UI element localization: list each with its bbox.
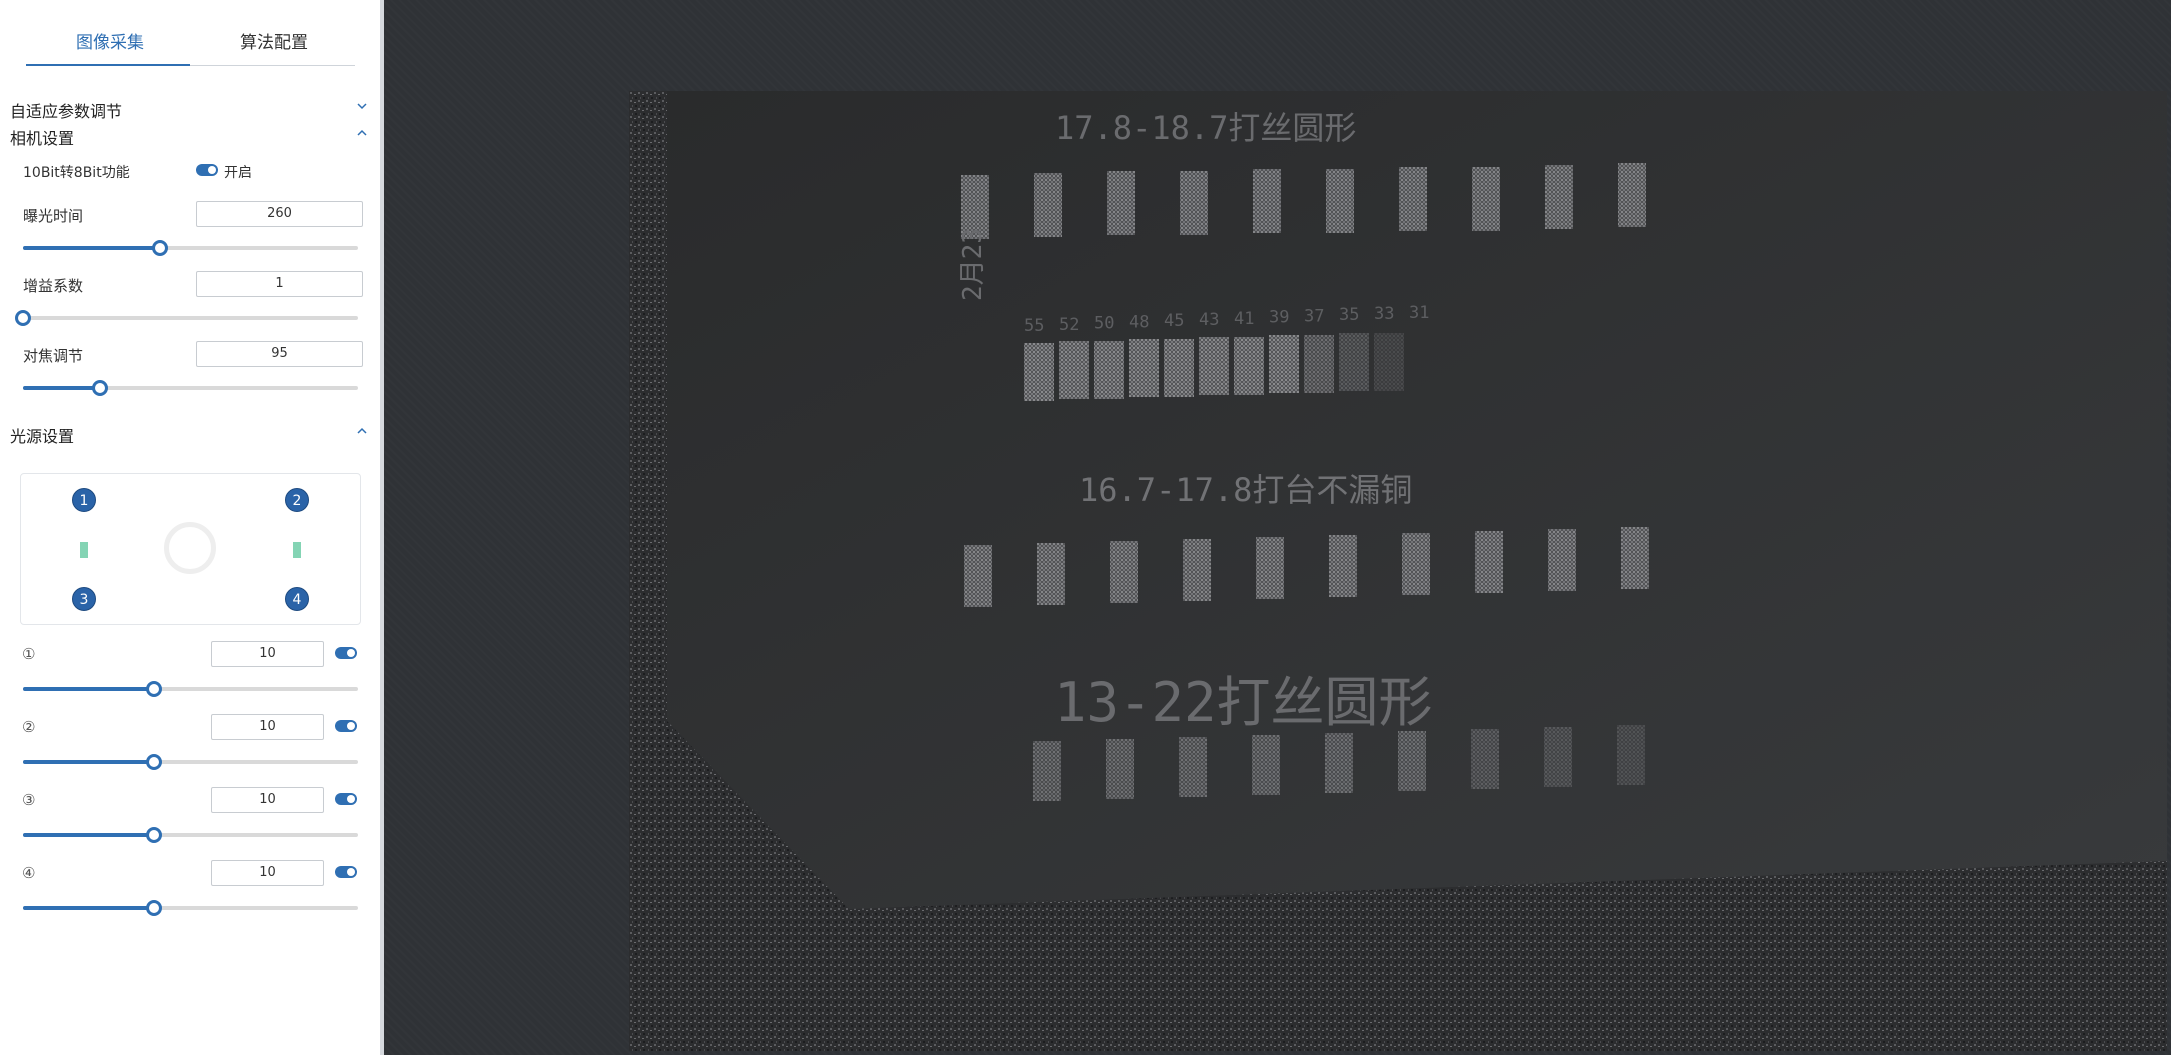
channel-1-toggle[interactable] xyxy=(335,647,357,659)
slider-fill xyxy=(23,906,154,910)
code-mark xyxy=(1326,169,1354,233)
image-number-label: 55 xyxy=(1024,316,1044,336)
image-number-label: 31 xyxy=(1409,303,1429,323)
image-number-label: 35 xyxy=(1339,305,1359,325)
channel-2-label: ② xyxy=(22,718,36,736)
slider-handle[interactable] xyxy=(152,240,169,256)
slider-fill xyxy=(23,687,154,691)
image-number-label: 39 xyxy=(1269,308,1289,328)
light-badge-4[interactable]: 4 xyxy=(285,587,309,611)
toggle-knob xyxy=(347,795,355,803)
tab-bar: 图像采集 算法配置 xyxy=(26,0,355,66)
channel-4-label: ④ xyxy=(22,864,36,882)
image-text-line2: 16.7-17.8打台不漏铜 xyxy=(1079,471,1412,509)
tab-image-acquisition[interactable]: 图像采集 xyxy=(76,28,144,53)
control-sidebar: 图像采集 算法配置 自适应参数调节 相机设置 10Bit转8Bit功能 开启 曝… xyxy=(0,0,384,1055)
gain-slider[interactable] xyxy=(15,310,358,326)
image-viewer[interactable]: 17.8-18.7打丝圆形 2月23 55 52 50 48 45 43 41 39 37 35 3… xyxy=(384,0,2171,1055)
ring-light-icon xyxy=(164,522,216,574)
channel-1-slider[interactable] xyxy=(23,681,358,697)
image-number-label: 41 xyxy=(1234,309,1254,329)
light-layout-panel: 1 2 3 4 xyxy=(20,473,361,625)
toggle-knob xyxy=(347,722,355,730)
light-badge-3[interactable]: 3 xyxy=(72,587,96,611)
channel-4-toggle[interactable] xyxy=(335,866,357,878)
image-text-line3: 13-22打丝圆形 xyxy=(1054,671,1433,734)
light-badge-1[interactable]: 1 xyxy=(72,488,96,512)
image-number-label: 50 xyxy=(1094,314,1114,334)
channel-2-toggle[interactable] xyxy=(335,720,357,732)
slider-handle[interactable] xyxy=(145,900,162,916)
slider-fill xyxy=(23,833,154,837)
tab-algorithm-config[interactable]: 算法配置 xyxy=(240,28,308,53)
image-number-label: 45 xyxy=(1164,311,1184,331)
channel-3-toggle[interactable] xyxy=(335,793,357,805)
channel-3-slider[interactable] xyxy=(23,827,358,843)
chevron-up-icon xyxy=(356,425,368,437)
focus-slider[interactable] xyxy=(23,380,358,396)
slider-fill xyxy=(23,386,101,390)
section-light-settings[interactable]: 光源设置 xyxy=(10,423,368,447)
focus-label: 对焦调节 xyxy=(23,347,84,365)
toggle-knob xyxy=(347,649,355,657)
section-light-title: 光源设置 xyxy=(10,427,75,446)
slider-fill xyxy=(23,246,161,250)
image-text-date: 2月23 xyxy=(958,228,988,301)
toggle-knob xyxy=(347,868,355,876)
light-badge-2[interactable]: 2 xyxy=(285,488,309,512)
code-mark xyxy=(1399,167,1427,231)
camera-image[interactable]: 17.8-18.7打丝圆形 2月23 55 52 50 48 45 43 41 39 37 35 3… xyxy=(629,91,2167,1051)
image-number-label: 43 xyxy=(1199,310,1219,330)
channel-3-label: ③ xyxy=(22,791,36,809)
slider-handle[interactable] xyxy=(92,380,109,396)
slider-handle[interactable] xyxy=(145,754,162,770)
slider-track xyxy=(23,316,358,320)
section-camera-title: 相机设置 xyxy=(10,129,75,148)
code-mark xyxy=(1253,169,1281,233)
channel-2-slider[interactable] xyxy=(23,754,358,770)
gain-label: 增益系数 xyxy=(23,277,84,295)
light-bar-left xyxy=(80,542,88,558)
image-number-label: 52 xyxy=(1059,315,1079,335)
channel-4-slider[interactable] xyxy=(23,900,358,916)
slider-handle[interactable] xyxy=(145,827,162,843)
channel-2-input[interactable]: 10 xyxy=(211,714,324,740)
section-camera-settings[interactable]: 相机设置 xyxy=(10,125,368,149)
image-number-label: 37 xyxy=(1304,306,1324,326)
exposure-label: 曝光时间 xyxy=(23,207,84,225)
slider-handle[interactable] xyxy=(15,310,31,326)
toggle-knob xyxy=(208,166,216,174)
code-mark xyxy=(1618,163,1646,227)
channel-3-input[interactable]: 10 xyxy=(211,787,324,813)
exposure-input[interactable]: 260 xyxy=(196,201,363,227)
image-number-label: 33 xyxy=(1374,304,1394,324)
code-mark xyxy=(1180,171,1208,235)
section-adaptive-params[interactable]: 自适应参数调节 xyxy=(10,98,368,122)
code-mark xyxy=(1107,171,1135,235)
slider-fill xyxy=(23,760,154,764)
slider-handle[interactable] xyxy=(145,681,162,697)
exposure-slider[interactable] xyxy=(23,240,358,256)
light-bar-right xyxy=(293,542,301,558)
gain-input[interactable]: 1 xyxy=(196,271,363,297)
section-adaptive-title: 自适应参数调节 xyxy=(10,102,123,121)
code-mark xyxy=(1545,165,1573,229)
chevron-up-icon xyxy=(356,127,368,139)
bit-convert-state: 开启 xyxy=(224,165,252,181)
code-mark xyxy=(1472,167,1500,231)
chevron-down-icon xyxy=(356,100,368,112)
camera-image-render: 17.8-18.7打丝圆形 2月23 55 52 50 48 45 43 41 39 37 35 3… xyxy=(629,91,2167,1051)
image-number-label: 48 xyxy=(1129,312,1149,332)
active-tab-indicator xyxy=(26,64,190,66)
channel-1-label: ① xyxy=(22,645,36,663)
code-mark xyxy=(1034,173,1062,237)
image-text-line1: 17.8-18.7打丝圆形 xyxy=(1055,109,1356,147)
focus-input[interactable]: 95 xyxy=(196,341,363,367)
channel-1-input[interactable]: 10 xyxy=(211,641,324,667)
channel-4-input[interactable]: 10 xyxy=(211,860,324,886)
bit-convert-label: 10Bit转8Bit功能 xyxy=(23,165,130,181)
bit-convert-toggle[interactable] xyxy=(196,164,218,176)
